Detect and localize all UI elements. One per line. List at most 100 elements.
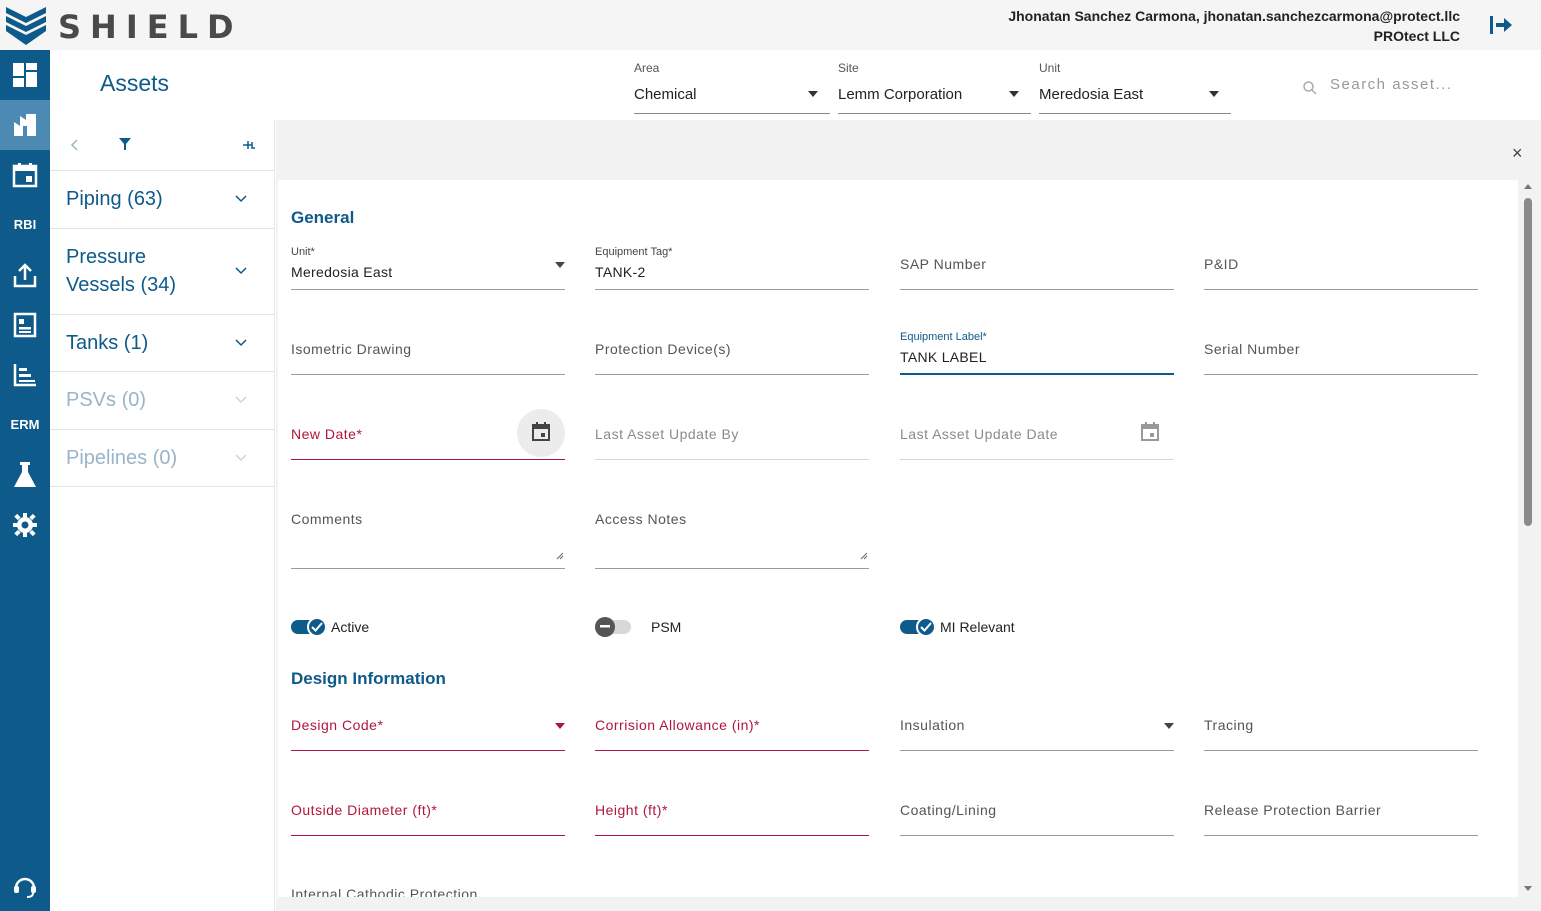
sidebar-item-lab[interactable] [0,450,50,500]
resize-handle-icon[interactable] [860,552,868,560]
psm-label: PSM [651,619,682,635]
comments-field[interactable]: Comments [291,495,565,569]
section-general-title: General [291,208,355,227]
scroll-up-icon[interactable] [1523,182,1533,190]
unit-label: Unit [1039,61,1061,75]
report-icon [13,312,37,338]
app-logo[interactable]: SHIELD [0,0,270,50]
category-psvs: PSVs (0) [50,372,275,430]
height-label: Height (ft)* [595,802,668,818]
minus-icon [595,617,615,637]
protection-devices-field[interactable]: Protection Device(s) [595,325,869,375]
chevron-down-icon [235,396,247,404]
design-code-field[interactable]: Design Code* [291,701,565,751]
logout-icon[interactable] [1488,13,1514,37]
asset-category-panel: Piping (63) Pressure Vessels (34) Tanks … [50,120,275,911]
chevron-down-icon [235,195,247,203]
coating-lining-field[interactable]: Coating/Lining [900,786,1174,836]
section-design-title: Design Information [291,669,446,688]
sidebar-item-calendar[interactable] [0,150,50,200]
outside-diameter-field[interactable]: Outside Diameter (ft)* [291,786,565,836]
user-name-email: Jhonatan Sanchez Carmona, jhonatan.sanch… [1008,8,1460,24]
unit-field[interactable]: Unit* Meredosia East [291,240,565,290]
page-title: Assets [100,70,170,96]
mi-relevant-label: MI Relevant [940,619,1015,635]
unit-field-label: Unit* [291,246,315,258]
top-bar: SHIELD Jhonatan Sanchez Carmona, jhonata… [0,0,1541,50]
area-select[interactable]: Area Chemical [634,60,830,114]
last-update-by-field: Last Asset Update By [595,410,869,460]
site-label: Site [838,61,859,75]
mi-relevant-toggle[interactable]: MI Relevant [900,617,1015,637]
chart-icon [13,364,36,387]
category-label: Pressure Vessels (34) [66,246,177,296]
scroll-thumb[interactable] [1524,198,1532,526]
sidebar-item-erm[interactable]: ERM [0,400,50,448]
headset-icon [14,877,36,898]
pid-field[interactable]: P&ID [1204,240,1478,290]
filter-icon[interactable] [119,138,131,151]
sidebar-item-rbi[interactable]: RBI [0,200,50,248]
category-label: Tanks (1) [66,332,149,354]
scroll-down-icon[interactable] [1523,885,1533,893]
active-toggle[interactable]: Active [291,617,370,637]
pin-icon[interactable] [242,139,256,151]
sidebar-item-assets[interactable] [0,100,50,150]
access-notes-field[interactable]: Access Notes [595,495,869,569]
sidebar-item-dashboard[interactable] [0,50,50,100]
area-label: Area [634,61,660,75]
caret-down-icon [1009,91,1019,97]
new-date-field[interactable]: New Date* [291,409,565,460]
sidebar-item-settings[interactable] [0,500,50,550]
asset-form: General Unit* Meredosia East Equipment T… [278,180,1518,897]
isometric-drawing-field[interactable]: Isometric Drawing [291,325,565,375]
release-barrier-field[interactable]: Release Protection Barrier [1204,786,1478,836]
sidebar-item-upload[interactable] [0,250,50,300]
unit-select[interactable]: Unit Meredosia East [1039,60,1231,114]
category-tanks[interactable]: Tanks (1) [50,315,275,372]
close-button[interactable]: × [1512,143,1523,164]
check-icon [916,617,936,637]
toggle-track [900,617,936,637]
category-label: Piping (63) [66,188,163,210]
category-piping[interactable]: Piping (63) [50,171,275,229]
chevron-left-icon[interactable] [70,139,80,151]
sidebar-item-support[interactable] [0,862,50,910]
psm-toggle[interactable]: PSM [595,617,682,637]
calendar-icon[interactable] [531,422,551,442]
site-select[interactable]: Site Lemm Corporation [838,60,1031,114]
equipment-tag-field[interactable]: Equipment Tag* TANK-2 [595,240,869,290]
form-scrollbar[interactable] [1522,182,1534,895]
pid-label: P&ID [1204,256,1239,272]
equipment-label-label: Equipment Label* [900,331,987,343]
chevron-down-icon [235,267,247,275]
unit-field-value: Meredosia East [291,264,393,280]
corrosion-allowance-field[interactable]: Corrision Allowance (in)* [595,701,869,751]
resize-handle-icon[interactable] [556,552,564,560]
caret-down-icon [808,91,818,97]
site-value: Lemm Corporation [838,86,963,103]
category-pressure-vessels[interactable]: Pressure Vessels (34) [50,229,275,315]
sidebar-item-report[interactable] [0,300,50,350]
sidebar-item-chart[interactable] [0,350,50,400]
search-input[interactable]: Search asset... [1330,76,1453,93]
protection-devices-label: Protection Device(s) [595,341,732,357]
chevron-down-icon [235,339,247,347]
main-sidebar: RBI ERM [0,50,50,911]
internal-cathodic-field[interactable]: Internal Cathodic Protection [291,870,565,897]
serial-number-field[interactable]: Serial Number [1204,325,1478,375]
category-label: Pipelines (0) [66,447,178,469]
area-value: Chemical [634,86,697,103]
internal-cathodic-label: Internal Cathodic Protection [291,886,478,897]
equipment-label-value: TANK LABEL [900,349,987,365]
insulation-field[interactable]: Insulation [900,701,1174,751]
search-icon [1303,81,1317,95]
equipment-label-field[interactable]: Equipment Label* TANK LABEL [900,325,1174,375]
comments-label: Comments [291,511,363,527]
unit-value: Meredosia East [1039,86,1144,103]
tracing-field[interactable]: Tracing [1204,701,1478,751]
active-label: Active [331,619,370,635]
sap-number-field[interactable]: SAP Number [900,240,1174,290]
height-field[interactable]: Height (ft)* [595,786,869,836]
isometric-drawing-label: Isometric Drawing [291,341,412,357]
